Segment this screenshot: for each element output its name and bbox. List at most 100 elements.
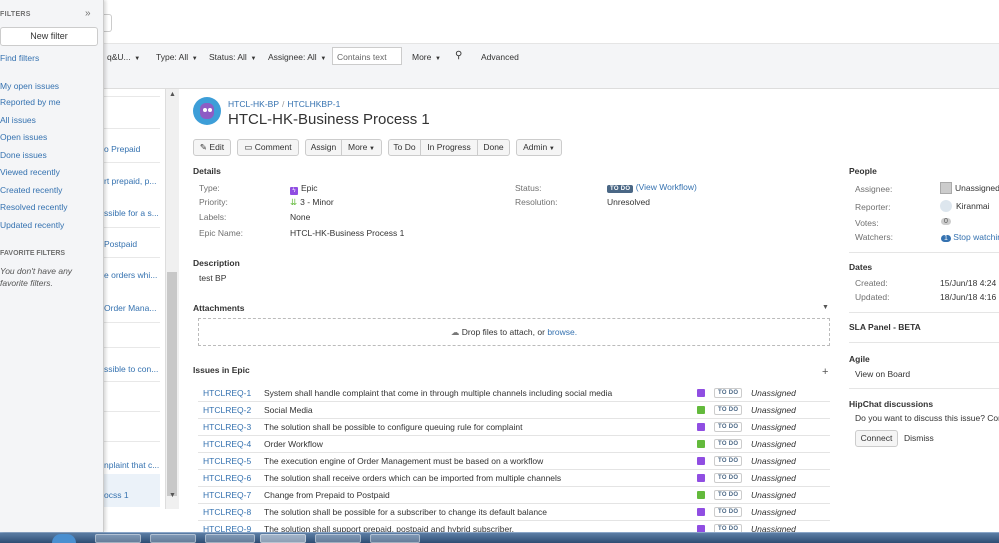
- selected-list-item[interactable]: ocss 1: [104, 474, 160, 507]
- issue-key-link[interactable]: HTCLREQ-1: [203, 388, 251, 398]
- filter-reported-by-me[interactable]: Reported by me: [0, 97, 60, 107]
- project-filter[interactable]: q&U... ▼: [107, 52, 140, 62]
- filter-updated-recently[interactable]: Updated recently: [0, 220, 64, 230]
- filter-all-issues[interactable]: All issues: [0, 115, 36, 125]
- breadcrumb-issue-key[interactable]: HTCLHKBP-1: [287, 99, 340, 109]
- issue-summary: Order Workflow: [264, 439, 323, 449]
- browse-link[interactable]: browse.: [547, 327, 577, 337]
- start-button[interactable]: [52, 534, 76, 543]
- filter-created-recently[interactable]: Created recently: [0, 185, 62, 195]
- reporter-value: Kiranmai: [940, 200, 990, 212]
- issue-key-link[interactable]: HTCLREQ-8: [203, 507, 251, 517]
- sla-panel-title: SLA Panel - BETA: [849, 322, 921, 332]
- filter-done-issues[interactable]: Done issues: [0, 150, 47, 160]
- filter-bar: [104, 44, 999, 89]
- new-filter-button[interactable]: New filter: [0, 27, 98, 46]
- collapse-icon[interactable]: »: [85, 8, 91, 19]
- list-item[interactable]: e orders whi...: [104, 270, 160, 280]
- list-item[interactable]: Order Mana...: [104, 303, 160, 313]
- status-badge: TO DO: [714, 456, 743, 466]
- results-list: o Prepaid rt prepaid, p... ssible for a …: [104, 89, 160, 509]
- todo-button[interactable]: To Do: [388, 139, 421, 156]
- priority-label: Priority:: [199, 197, 228, 207]
- comment-button[interactable]: ▭ Comment: [237, 139, 299, 156]
- divider: [849, 388, 999, 389]
- taskbar-app-active[interactable]: [260, 534, 306, 543]
- epic-icon: ϟ: [290, 187, 298, 195]
- table-row: HTCLREQ-8 The solution shall be possible…: [198, 504, 830, 521]
- connect-button[interactable]: Connect: [855, 430, 898, 447]
- scrollbar-thumb[interactable]: [167, 272, 177, 496]
- status-filter[interactable]: Status: All ▼: [209, 52, 256, 62]
- votes-label: Votes:: [855, 218, 879, 228]
- scroll-down-icon[interactable]: ▼: [169, 492, 176, 499]
- type-filter[interactable]: Type: All ▼: [156, 52, 198, 62]
- taskbar-app[interactable]: [95, 534, 141, 543]
- list-item[interactable]: Postpaid: [104, 239, 160, 249]
- in-progress-button[interactable]: In Progress: [420, 139, 478, 156]
- breadcrumb-project[interactable]: HTCL-HK-BP: [228, 99, 279, 109]
- issue-key-link[interactable]: HTCLREQ-2: [203, 405, 251, 415]
- assign-button[interactable]: Assign: [305, 139, 342, 156]
- divider: [849, 252, 999, 253]
- list-item[interactable]: ssible for a s...: [104, 208, 160, 218]
- list-divider: [104, 128, 160, 129]
- search-icon[interactable]: ⚲: [455, 50, 462, 61]
- issue-key-link[interactable]: HTCLREQ-6: [203, 473, 251, 483]
- filter-viewed-recently[interactable]: Viewed recently: [0, 167, 60, 177]
- resolution-label: Resolution:: [515, 197, 558, 207]
- more-button[interactable]: More ▼: [341, 139, 382, 156]
- list-item[interactable]: o Prepaid: [104, 144, 160, 154]
- filters-title: FILTERS: [0, 11, 31, 18]
- collapse-icon[interactable]: ▼: [822, 304, 829, 311]
- edit-button[interactable]: ✎ Edit: [193, 139, 231, 156]
- watchers-count[interactable]: 1: [941, 235, 951, 242]
- filter-resolved-recently[interactable]: Resolved recently: [0, 202, 68, 212]
- issue-summary: Change from Prepaid to Postpaid: [264, 490, 390, 500]
- hipchat-title: HipChat discussions: [849, 399, 934, 409]
- view-workflow-link[interactable]: (View Workflow): [636, 182, 697, 192]
- priority-value: ⇊ 3 - Minor: [290, 197, 334, 207]
- assignee-filter[interactable]: Assignee: All ▼: [268, 52, 326, 62]
- issue-key-link[interactable]: HTCLREQ-3: [203, 422, 251, 432]
- story-icon: [697, 406, 705, 414]
- list-item[interactable]: rt prepaid, p...: [104, 176, 160, 186]
- issue-key-link[interactable]: HTCLREQ-5: [203, 456, 251, 466]
- taskbar-app[interactable]: [150, 534, 196, 543]
- more-filter[interactable]: More ▼: [412, 52, 441, 62]
- add-issue-icon[interactable]: +: [822, 366, 828, 378]
- taskbar-app[interactable]: [370, 534, 420, 543]
- list-item[interactable]: nplaint that c...: [104, 460, 160, 470]
- description-text[interactable]: test BP: [199, 273, 226, 283]
- issue-title: HTCL-HK-Business Process 1: [228, 111, 430, 128]
- filter-open-issues[interactable]: Open issues: [0, 132, 47, 142]
- epic-icon: [697, 474, 705, 482]
- dismiss-link[interactable]: Dismiss: [904, 433, 934, 443]
- votes-count[interactable]: 0: [941, 218, 951, 225]
- status-badge: TO DO: [714, 405, 743, 415]
- list-divider: [104, 381, 160, 382]
- scroll-up-icon[interactable]: ▲: [169, 91, 176, 98]
- table-row: HTCLREQ-5 The execution engine of Order …: [198, 453, 830, 470]
- taskbar-app[interactable]: [205, 534, 255, 543]
- done-button[interactable]: Done: [477, 139, 510, 156]
- epic-icon: [697, 423, 705, 431]
- assignee-label: Assignee:: [855, 184, 893, 194]
- type-value: ϟ Epic: [290, 183, 318, 195]
- dates-title: Dates: [849, 262, 873, 272]
- find-filters-link[interactable]: Find filters: [0, 53, 39, 63]
- attachment-dropzone[interactable]: ☁ Drop files to attach, or browse.: [198, 318, 830, 346]
- advanced-link[interactable]: Advanced: [481, 52, 519, 62]
- filter-my-open-issues[interactable]: My open issues: [0, 81, 59, 91]
- stop-watching-link[interactable]: Stop watching: [953, 232, 999, 242]
- taskbar-app[interactable]: [315, 534, 361, 543]
- admin-button[interactable]: Admin ▼: [516, 139, 562, 156]
- contains-text-input[interactable]: Contains text: [332, 47, 402, 65]
- issue-key-link[interactable]: HTCLREQ-4: [203, 439, 251, 449]
- comment-icon: ▭: [244, 142, 253, 152]
- list-item[interactable]: ssible to con...: [104, 364, 160, 374]
- updated-value: 18/Jun/18 4:16 PM: [940, 292, 999, 302]
- view-on-board-link[interactable]: View on Board: [855, 369, 910, 379]
- issue-key-link[interactable]: HTCLREQ-7: [203, 490, 251, 500]
- table-row: HTCLREQ-2 Social Media TO DO Unassigned: [198, 402, 830, 419]
